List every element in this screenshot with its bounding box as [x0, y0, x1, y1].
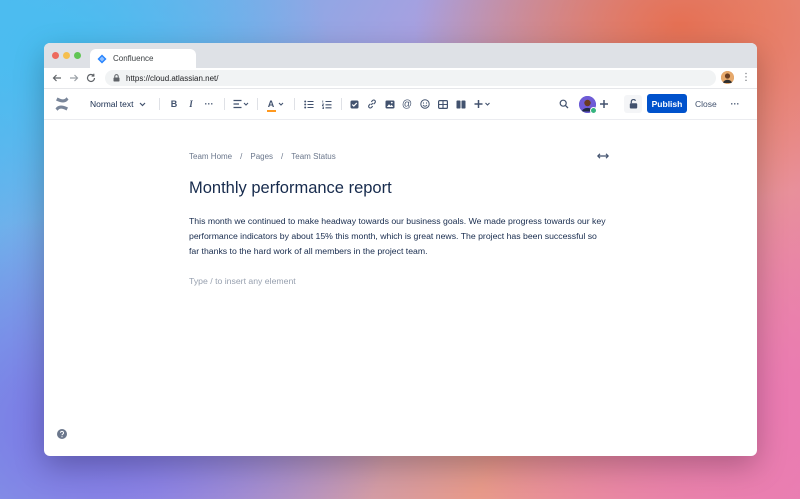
- more-actions-icon: ···: [730, 99, 740, 109]
- breadcrumb-separator: /: [240, 152, 243, 161]
- search-icon: [559, 99, 569, 109]
- full-width-toggle[interactable]: [597, 151, 609, 161]
- unlock-icon: [629, 99, 637, 109]
- page-body-text[interactable]: This month we continued to make headway …: [189, 214, 609, 259]
- reload-icon[interactable]: [85, 72, 97, 84]
- editor-placeholder[interactable]: Type / to insert any element: [189, 276, 296, 286]
- add-user-icon: [600, 100, 608, 108]
- profile-avatar[interactable]: [721, 71, 734, 84]
- tab-title: Confluence: [113, 54, 154, 63]
- image-button[interactable]: [384, 89, 396, 119]
- action-item-button[interactable]: [348, 89, 360, 119]
- url-text: https://cloud.atlassian.net/: [126, 73, 219, 83]
- numbered-list-icon: [322, 100, 332, 109]
- publish-button[interactable]: Publish: [647, 94, 687, 113]
- italic-icon: I: [189, 99, 193, 109]
- browser-window: Confluence https://cloud.atlassian.net/ …: [44, 43, 757, 456]
- more-actions-button[interactable]: ···: [728, 89, 742, 119]
- text-color-icon: A: [266, 99, 285, 112]
- bold-icon: B: [170, 99, 178, 109]
- forward-arrow-icon[interactable]: [68, 72, 80, 84]
- tab-strip: Confluence: [44, 43, 757, 68]
- text-color-letter: A: [267, 99, 275, 109]
- address-bar: https://cloud.atlassian.net/ ⋮: [44, 68, 757, 89]
- text-style-label: Normal text: [90, 99, 134, 109]
- emoji-icon: [420, 99, 430, 109]
- breadcrumb: Team Home / Pages / Team Status: [189, 152, 336, 161]
- toolbar-divider: [294, 98, 295, 110]
- minimize-window-button[interactable]: [63, 52, 70, 59]
- italic-button[interactable]: I: [185, 89, 197, 119]
- expand-width-icon: [597, 153, 609, 159]
- toolbar-divider: [341, 98, 342, 110]
- mention-icon: @: [401, 98, 413, 110]
- layouts-button[interactable]: [455, 89, 467, 119]
- align-left-icon: [233, 99, 249, 109]
- mention-button[interactable]: @: [401, 89, 413, 119]
- collaborator-avatar[interactable]: [578, 95, 597, 114]
- bold-button[interactable]: B: [168, 89, 180, 119]
- close-button[interactable]: Close: [695, 94, 717, 113]
- find-button[interactable]: [558, 89, 570, 119]
- link-icon: [368, 99, 376, 109]
- breadcrumb-item-team-home[interactable]: Team Home: [189, 152, 232, 161]
- toolbar-divider: [224, 98, 225, 110]
- more-icon: ···: [204, 99, 214, 109]
- link-button[interactable]: [366, 89, 378, 119]
- breadcrumb-separator: /: [281, 152, 284, 161]
- more-formatting-button[interactable]: ···: [202, 89, 216, 119]
- editor-toolbar: Normal text B I ··· A @ Publish Close ··…: [44, 89, 757, 120]
- numbered-list-button[interactable]: [321, 89, 333, 119]
- confluence-logo-icon[interactable]: [53, 89, 71, 119]
- layouts-icon: [456, 100, 466, 108]
- bullet-list-icon: [304, 100, 314, 108]
- insert-more-button[interactable]: [473, 89, 493, 119]
- help-icon[interactable]: [57, 429, 67, 439]
- maximize-window-button[interactable]: [74, 52, 81, 59]
- table-icon: [438, 99, 448, 109]
- chevron-down-icon: [139, 102, 146, 107]
- bullet-list-button[interactable]: [303, 89, 315, 119]
- url-field[interactable]: https://cloud.atlassian.net/: [105, 70, 716, 86]
- restrictions-button[interactable]: [624, 95, 642, 113]
- browser-menu-icon[interactable]: ⋮: [741, 72, 751, 84]
- text-style-dropdown[interactable]: Normal text: [90, 89, 146, 119]
- breadcrumb-item-team-status[interactable]: Team Status: [291, 152, 335, 161]
- toolbar-divider: [159, 98, 160, 110]
- breadcrumb-item-pages[interactable]: Pages: [250, 152, 273, 161]
- back-arrow-icon[interactable]: [51, 72, 63, 84]
- browser-tab[interactable]: Confluence: [90, 49, 196, 68]
- alignment-button[interactable]: [232, 89, 250, 119]
- toolbar-divider: [257, 98, 258, 110]
- confluence-favicon-icon: [97, 54, 107, 64]
- table-button[interactable]: [437, 89, 449, 119]
- page-title[interactable]: Monthly performance report: [189, 179, 392, 198]
- lock-icon: [113, 74, 120, 82]
- online-status-dot: [590, 107, 597, 114]
- close-window-button[interactable]: [52, 52, 59, 59]
- image-icon: [385, 100, 395, 108]
- emoji-button[interactable]: [419, 89, 431, 119]
- text-color-button[interactable]: A: [266, 89, 286, 119]
- plus-icon: [474, 100, 490, 108]
- invite-button[interactable]: [598, 89, 610, 119]
- checkbox-icon: [350, 100, 358, 108]
